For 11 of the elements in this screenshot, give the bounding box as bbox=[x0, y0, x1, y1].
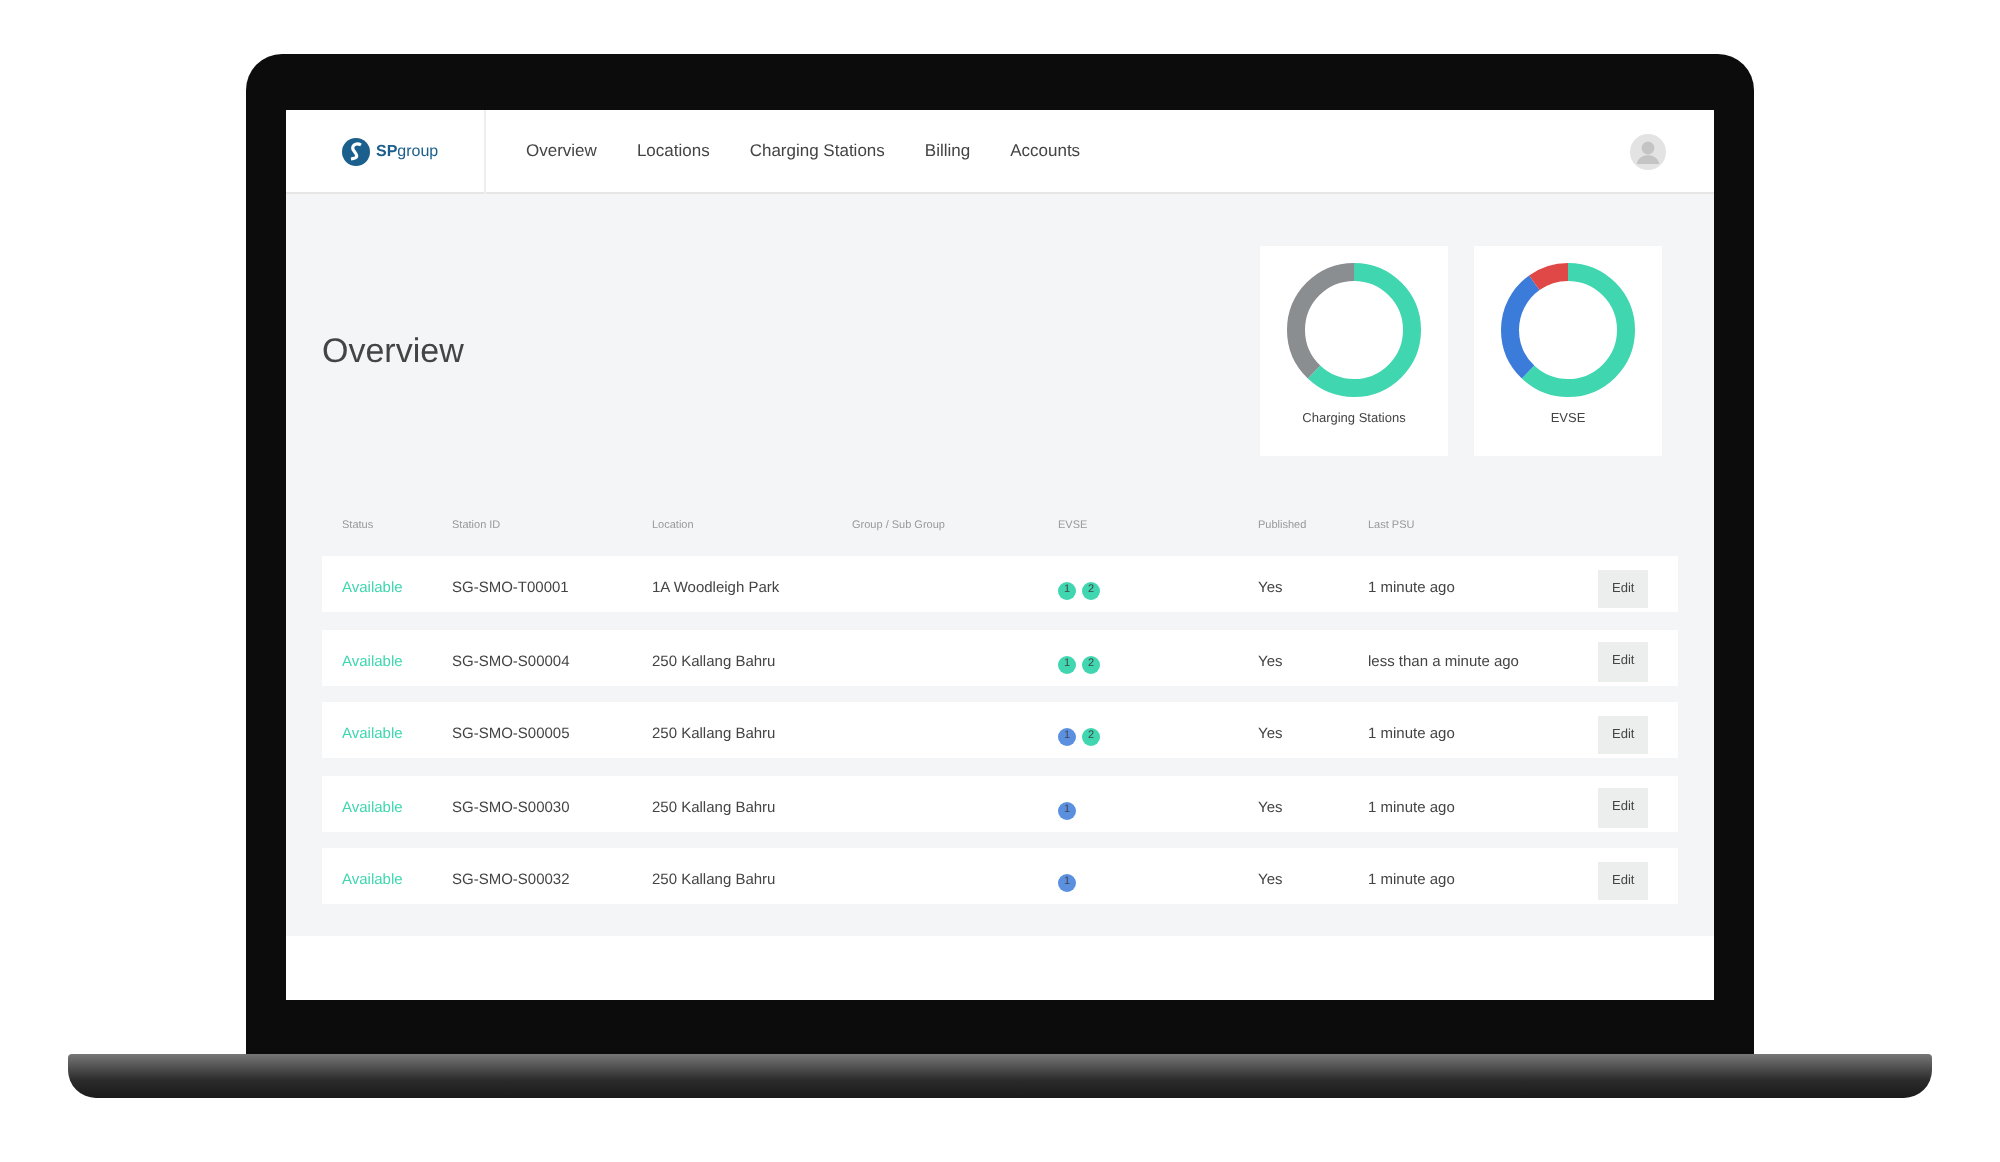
logo-icon bbox=[342, 137, 370, 165]
nav-link[interactable]: Billing bbox=[924, 138, 971, 164]
page-title: Overview bbox=[322, 332, 464, 374]
nav-link[interactable]: Charging Stations bbox=[749, 138, 885, 164]
nav-link[interactable]: Locations bbox=[636, 138, 710, 164]
brand-logo-text: SPgroup bbox=[376, 139, 439, 163]
nav-link[interactable]: Overview bbox=[526, 138, 597, 164]
nav-link[interactable]: Accounts bbox=[1010, 138, 1081, 164]
donut-chart-drawing bbox=[1286, 262, 1422, 398]
donut-chart-drawing bbox=[1500, 262, 1636, 398]
user-avatar-icon[interactable] bbox=[1630, 133, 1666, 169]
